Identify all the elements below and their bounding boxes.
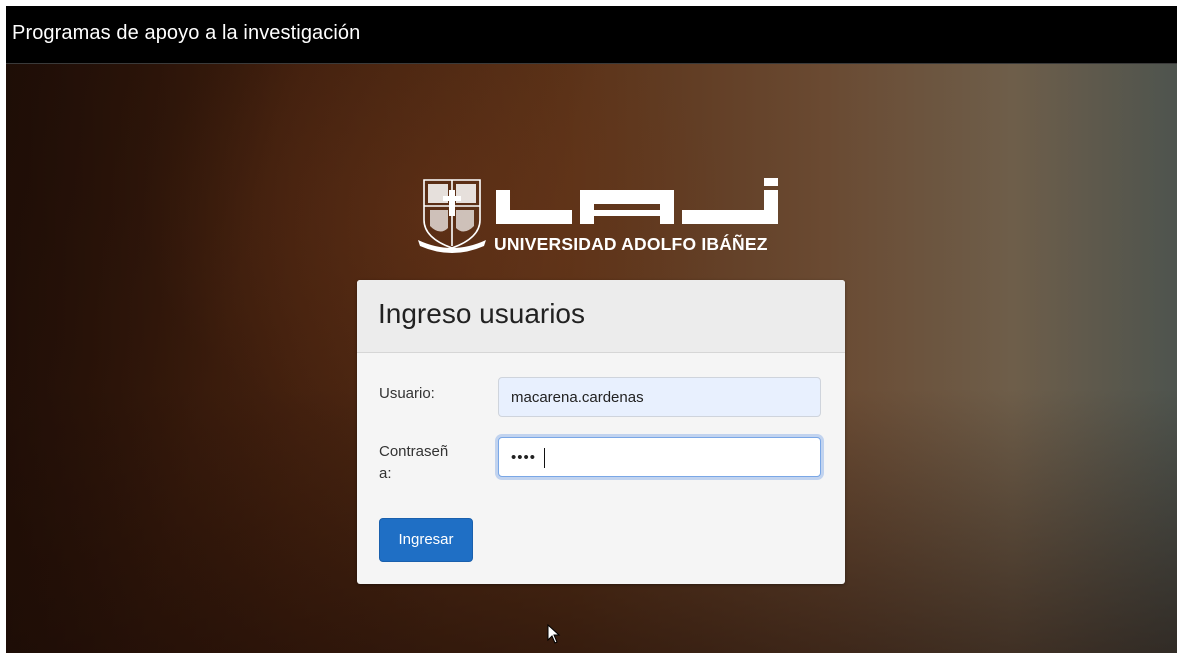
arrow-cursor-icon [547,624,561,644]
username-label: Usuario: [379,385,435,402]
login-heading: Ingreso usuarios [378,298,586,329]
login-card-header: Ingreso usuarios [357,280,845,353]
text-caret [544,448,545,468]
password-label: Contraseña: [379,443,449,482]
login-card: Ingreso usuarios Usuario: macarena.carde… [357,280,845,584]
username-input[interactable]: macarena.cardenas [498,377,821,417]
logo-wordmark: UNIVERSIDAD ADOLFO IBÁÑEZ [494,234,768,254]
app-window: Programas de apoyo a la investigación UN… [0,0,1177,653]
submit-button[interactable]: Ingresar [379,518,473,562]
site-title[interactable]: Programas de apoyo a la investigación [12,22,360,45]
university-logo: UNIVERSIDAD ADOLFO IBÁÑEZ [418,170,788,256]
password-input[interactable]: •••• [498,437,821,477]
password-mask: •••• [511,449,537,466]
top-navbar: Programas de apoyo a la investigación [6,6,1177,64]
